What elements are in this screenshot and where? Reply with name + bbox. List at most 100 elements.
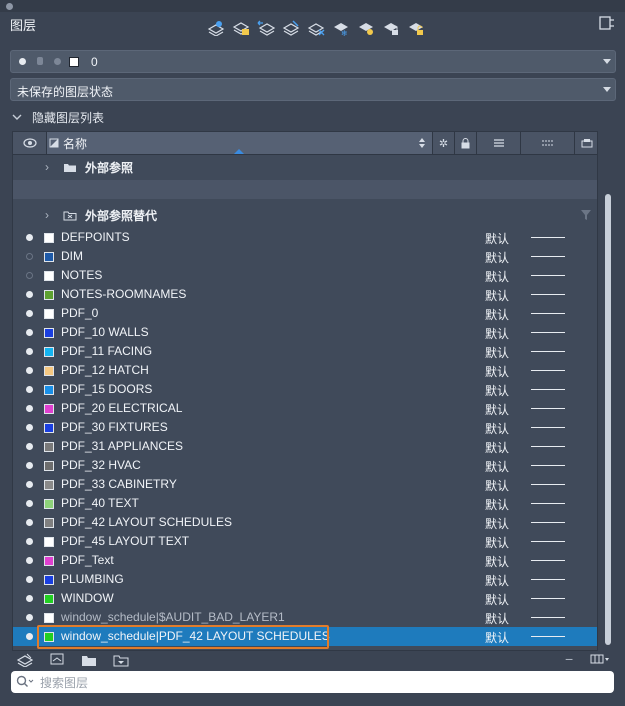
window-close-dot[interactable] bbox=[6, 3, 13, 10]
layer-lineweight[interactable] bbox=[531, 446, 565, 447]
layer-on-toggle-icon[interactable] bbox=[26, 443, 33, 450]
layer-linetype[interactable]: 默认 bbox=[485, 439, 509, 456]
layer-color-swatch[interactable] bbox=[44, 385, 54, 395]
layer-on-toggle-icon[interactable] bbox=[26, 424, 33, 431]
layer-on-toggle-icon[interactable] bbox=[26, 481, 33, 488]
group-xref[interactable]: › 外部参照 bbox=[13, 155, 597, 179]
layer-lineweight[interactable] bbox=[531, 256, 565, 257]
layer-lineweight[interactable] bbox=[531, 503, 565, 504]
layer-row[interactable]: PDF_10 WALLS 默认 bbox=[13, 323, 597, 342]
layer-on-toggle-icon[interactable] bbox=[26, 519, 33, 526]
layer-name[interactable]: DIM bbox=[61, 249, 83, 263]
layer-color-swatch[interactable] bbox=[44, 366, 54, 376]
layer-name[interactable]: PDF_12 HATCH bbox=[61, 363, 149, 377]
layer-linetype[interactable]: 默认 bbox=[485, 591, 509, 608]
layer-row[interactable]: PLUMBING 默认 bbox=[13, 570, 597, 589]
layer-lineweight[interactable] bbox=[531, 389, 565, 390]
layer-lineweight[interactable] bbox=[531, 237, 565, 238]
layer-color-swatch[interactable] bbox=[44, 233, 54, 243]
layer-lineweight[interactable] bbox=[531, 370, 565, 371]
layer-linetype[interactable]: 默认 bbox=[485, 268, 509, 285]
group-xref-override[interactable]: › 外部参照替代 bbox=[13, 203, 597, 227]
layer-color-swatch[interactable] bbox=[44, 556, 54, 566]
layer-linetype[interactable]: 默认 bbox=[485, 420, 509, 437]
layer-linetype[interactable]: 默认 bbox=[485, 287, 509, 304]
layer-linetype[interactable]: 默认 bbox=[485, 553, 509, 570]
layer-linetype[interactable]: 默认 bbox=[485, 382, 509, 399]
column-on-off[interactable] bbox=[13, 132, 47, 154]
layer-on-toggle-icon[interactable] bbox=[26, 405, 33, 412]
layer-linetype[interactable]: 默认 bbox=[485, 325, 509, 342]
layer-lineweight[interactable] bbox=[531, 275, 565, 276]
layer-row[interactable]: PDF_0 默认 bbox=[13, 304, 597, 323]
layer-on-toggle-icon[interactable] bbox=[26, 557, 33, 564]
layer-name[interactable]: PDF_30 FIXTURES bbox=[61, 420, 168, 434]
layer-row[interactable]: PDF_11 FACING 默认 bbox=[13, 342, 597, 361]
layer-color-swatch[interactable] bbox=[44, 461, 54, 471]
layer-linetype[interactable]: 默认 bbox=[485, 629, 509, 646]
layer-name[interactable]: PDF_42 LAYOUT SCHEDULES bbox=[61, 515, 232, 529]
layer-color-swatch[interactable] bbox=[44, 271, 54, 281]
layer-lineweight[interactable] bbox=[531, 313, 565, 314]
layer-lineweight[interactable] bbox=[531, 617, 565, 618]
layer-linetype[interactable]: 默认 bbox=[485, 401, 509, 418]
hide-layer-list-toggle[interactable]: 隐藏图层列表 bbox=[12, 109, 104, 125]
layer-name[interactable]: PLUMBING bbox=[61, 572, 124, 586]
layer-lineweight[interactable] bbox=[531, 294, 565, 295]
layer-on-toggle-icon[interactable] bbox=[26, 614, 33, 621]
layer-linetype[interactable]: 默认 bbox=[485, 515, 509, 532]
column-linetype[interactable] bbox=[477, 132, 521, 154]
layer-on-toggle-icon[interactable] bbox=[26, 462, 33, 469]
new-property-filter-icon[interactable] bbox=[110, 651, 132, 669]
layer-lineweight[interactable] bbox=[531, 560, 565, 561]
layer-name[interactable]: PDF_15 DOORS bbox=[61, 382, 152, 396]
layer-row[interactable]: PDF_32 HVAC 默认 bbox=[13, 456, 597, 475]
layer-on-toggle-icon[interactable] bbox=[26, 291, 33, 298]
layer-lineweight[interactable] bbox=[531, 636, 565, 637]
column-lineweight[interactable] bbox=[521, 132, 575, 154]
layer-linetype[interactable]: 默认 bbox=[485, 610, 509, 627]
layer-name[interactable]: DEFPOINTS bbox=[61, 230, 130, 244]
layer-row[interactable]: PDF_15 DOORS 默认 bbox=[13, 380, 597, 399]
layer-on-toggle-icon[interactable] bbox=[26, 500, 33, 507]
layer-on-toggle-icon[interactable] bbox=[26, 234, 33, 241]
layer-linetype[interactable]: 默认 bbox=[485, 249, 509, 266]
layer-name[interactable]: PDF_32 HVAC bbox=[61, 458, 141, 472]
layer-lineweight[interactable] bbox=[531, 332, 565, 333]
layer-row[interactable]: NOTES-ROOMNAMES 默认 bbox=[13, 285, 597, 304]
panel-dock-icon[interactable] bbox=[598, 14, 616, 32]
layer-freeze-icon[interactable]: ❄ bbox=[330, 17, 351, 38]
layer-color-swatch[interactable] bbox=[44, 537, 54, 547]
layer-tool-1-icon[interactable] bbox=[205, 17, 226, 38]
layer-lineweight[interactable] bbox=[531, 465, 565, 466]
layer-row[interactable]: PDF_42 LAYOUT SCHEDULES 默认 bbox=[13, 513, 597, 532]
layer-on-toggle-icon[interactable] bbox=[26, 329, 33, 336]
layer-tool-2-icon[interactable] bbox=[230, 17, 251, 38]
layer-on-toggle-icon[interactable] bbox=[26, 310, 33, 317]
layer-row[interactable]: PDF_45 LAYOUT TEXT 默认 bbox=[13, 532, 597, 551]
layer-lineweight[interactable] bbox=[531, 598, 565, 599]
layer-linetype[interactable]: 默认 bbox=[485, 496, 509, 513]
layer-lineweight[interactable] bbox=[531, 484, 565, 485]
column-plot[interactable] bbox=[575, 132, 597, 154]
layer-name[interactable]: PDF_10 WALLS bbox=[61, 325, 149, 339]
layer-name[interactable]: PDF_Text bbox=[61, 553, 114, 567]
layer-linetype[interactable]: 默认 bbox=[485, 230, 509, 247]
layer-on-toggle-icon[interactable] bbox=[26, 633, 33, 640]
layer-linetype[interactable]: 默认 bbox=[485, 572, 509, 589]
layer-row[interactable]: PDF_Text 默认 bbox=[13, 551, 597, 570]
layer-color-swatch[interactable] bbox=[44, 290, 54, 300]
columns-menu-icon[interactable] bbox=[590, 653, 610, 667]
layer-unlock-icon[interactable] bbox=[405, 17, 426, 38]
search-box[interactable] bbox=[11, 671, 614, 693]
layer-lineweight[interactable] bbox=[531, 408, 565, 409]
layer-color-swatch[interactable] bbox=[44, 499, 54, 509]
layer-color-swatch[interactable] bbox=[44, 442, 54, 452]
layer-row[interactable]: DEFPOINTS 默认 bbox=[13, 228, 597, 247]
layer-linetype[interactable]: 默认 bbox=[485, 458, 509, 475]
column-freeze[interactable]: ✲ bbox=[433, 132, 455, 154]
layer-color-swatch[interactable] bbox=[44, 518, 54, 528]
layer-lock-icon[interactable] bbox=[380, 17, 401, 38]
layer-row[interactable]: PDF_33 CABINETRY 默认 bbox=[13, 475, 597, 494]
layer-linetype[interactable]: 默认 bbox=[485, 363, 509, 380]
